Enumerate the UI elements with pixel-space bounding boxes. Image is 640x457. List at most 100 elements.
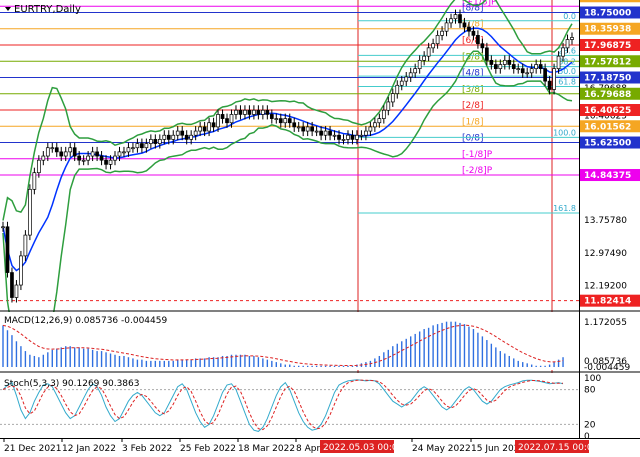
candle-body	[422, 55, 426, 61]
candle-body	[305, 126, 310, 132]
stoch-panel: Stoch(5,3,3) 90.1269 90.3863	[0, 373, 579, 438]
candle-body	[243, 109, 247, 115]
candle-body	[399, 80, 404, 86]
candle-body	[184, 134, 189, 140]
candle-body	[126, 147, 131, 153]
price-highlight-label: 17.18750	[584, 74, 631, 84]
candle-body	[5, 226, 10, 273]
candle-body	[413, 68, 418, 74]
candle-body	[390, 93, 395, 103]
candle-body	[81, 159, 86, 162]
candle-body	[45, 147, 50, 157]
candle-body	[395, 84, 400, 94]
candle-body	[95, 151, 99, 157]
price-highlight-label: 16.40625	[584, 106, 631, 116]
candle-body	[444, 22, 449, 32]
candle-body	[359, 134, 364, 137]
price-highlight-label: 15.62500	[584, 139, 631, 149]
murrey-label: [6/8]	[462, 36, 484, 46]
price-highlight-label: 16.01562	[584, 122, 631, 132]
time-label: 18 Mar 2022	[238, 444, 295, 454]
candle-body	[453, 14, 458, 20]
candle-body	[28, 188, 32, 236]
fib-label: 50.0	[558, 67, 576, 76]
candle-body	[220, 114, 225, 119]
candle-body	[72, 147, 77, 157]
vline-date-label: 2022.07.15 00:00	[518, 443, 599, 453]
candle-body	[175, 130, 180, 136]
candle-body	[202, 126, 207, 132]
candle-body	[180, 130, 185, 136]
candle-body	[189, 134, 194, 140]
candle-body	[538, 64, 543, 70]
candle-body	[193, 130, 198, 136]
candle-body	[283, 118, 288, 124]
candle-body	[144, 143, 149, 149]
candle-body	[171, 134, 176, 140]
candle-body	[252, 109, 256, 115]
stoch-label-text: Stoch(5,3,3) 90.1269 90.3863	[4, 379, 139, 389]
candle-body	[157, 139, 162, 144]
candle-body	[525, 72, 530, 75]
candle-body	[480, 43, 485, 49]
candle-body	[570, 37, 574, 40]
price-highlight-label: 17.57812	[584, 57, 631, 67]
candle-body	[1, 226, 5, 229]
candle-body	[104, 159, 108, 165]
murrey-label: [0/8]	[462, 134, 484, 144]
price-highlight-label: 14.84375	[584, 171, 631, 181]
macd-label-text: MACD(12,26,9) 0.085736 -0.004459	[4, 316, 167, 326]
candle-body	[511, 64, 516, 70]
price-highlight-label: 17.96875	[584, 41, 631, 51]
candle-body	[467, 26, 471, 32]
candle-body	[301, 126, 306, 132]
time-label: 24 May 2022	[412, 444, 471, 454]
candle-body	[534, 64, 539, 70]
price-tick-label: 12.97490	[584, 249, 627, 259]
stoch-label: Stoch(5,3,3) 90.1269 90.3863	[4, 379, 139, 389]
murrey-label: [1/8]	[462, 117, 484, 127]
candle-body	[426, 47, 431, 57]
candle-body	[498, 64, 503, 70]
candle-body	[431, 43, 435, 49]
candle-body	[368, 126, 373, 132]
candle-body	[292, 122, 297, 128]
candle-body	[278, 118, 283, 124]
fib-label: 61.8	[558, 78, 576, 87]
candle-body	[135, 143, 140, 149]
candle-body	[310, 126, 314, 132]
candle-body	[32, 172, 37, 190]
candle-body	[417, 59, 422, 70]
candle-body	[516, 68, 521, 71]
stoch-axis-label: 100	[584, 374, 601, 384]
candle-body	[502, 59, 507, 65]
candle-body	[377, 118, 382, 124]
candle-body	[19, 255, 23, 286]
candle-body	[68, 147, 73, 153]
time-label: 12 Jan 2022	[62, 444, 116, 454]
candle-body	[408, 72, 413, 78]
candle-body	[207, 122, 211, 132]
candle-body	[59, 151, 64, 157]
candle-body	[86, 155, 90, 161]
candle-body	[153, 139, 158, 144]
symbol-header: EURTRY,Daily	[5, 4, 81, 15]
price-highlight-label: 11.82414	[584, 297, 631, 307]
candle-body	[458, 14, 462, 24]
candle-body	[471, 30, 476, 36]
fib-label: 100.0	[553, 128, 576, 137]
murrey-label: [2/8]	[462, 101, 484, 111]
trading-chart: [+2/8]P[+1/8]P[8/8][7/8][6/8][5/8][4/8][…	[0, 0, 640, 454]
murrey-label: [-2/8]P	[462, 166, 493, 176]
price-highlight-label: 18.75000	[584, 8, 631, 18]
candle-body	[108, 159, 113, 165]
candle-body	[41, 155, 46, 161]
candle-body	[529, 68, 534, 74]
candle-body	[552, 68, 556, 90]
candle-body	[337, 134, 341, 140]
candle-body	[547, 80, 552, 90]
candle-body	[77, 155, 82, 161]
vline-date-label: 2022.05.03 00:00	[323, 443, 404, 453]
macd-panel: MACD(12,26,9) 0.085736 -0.004459	[0, 312, 579, 370]
candle-body	[50, 147, 55, 150]
